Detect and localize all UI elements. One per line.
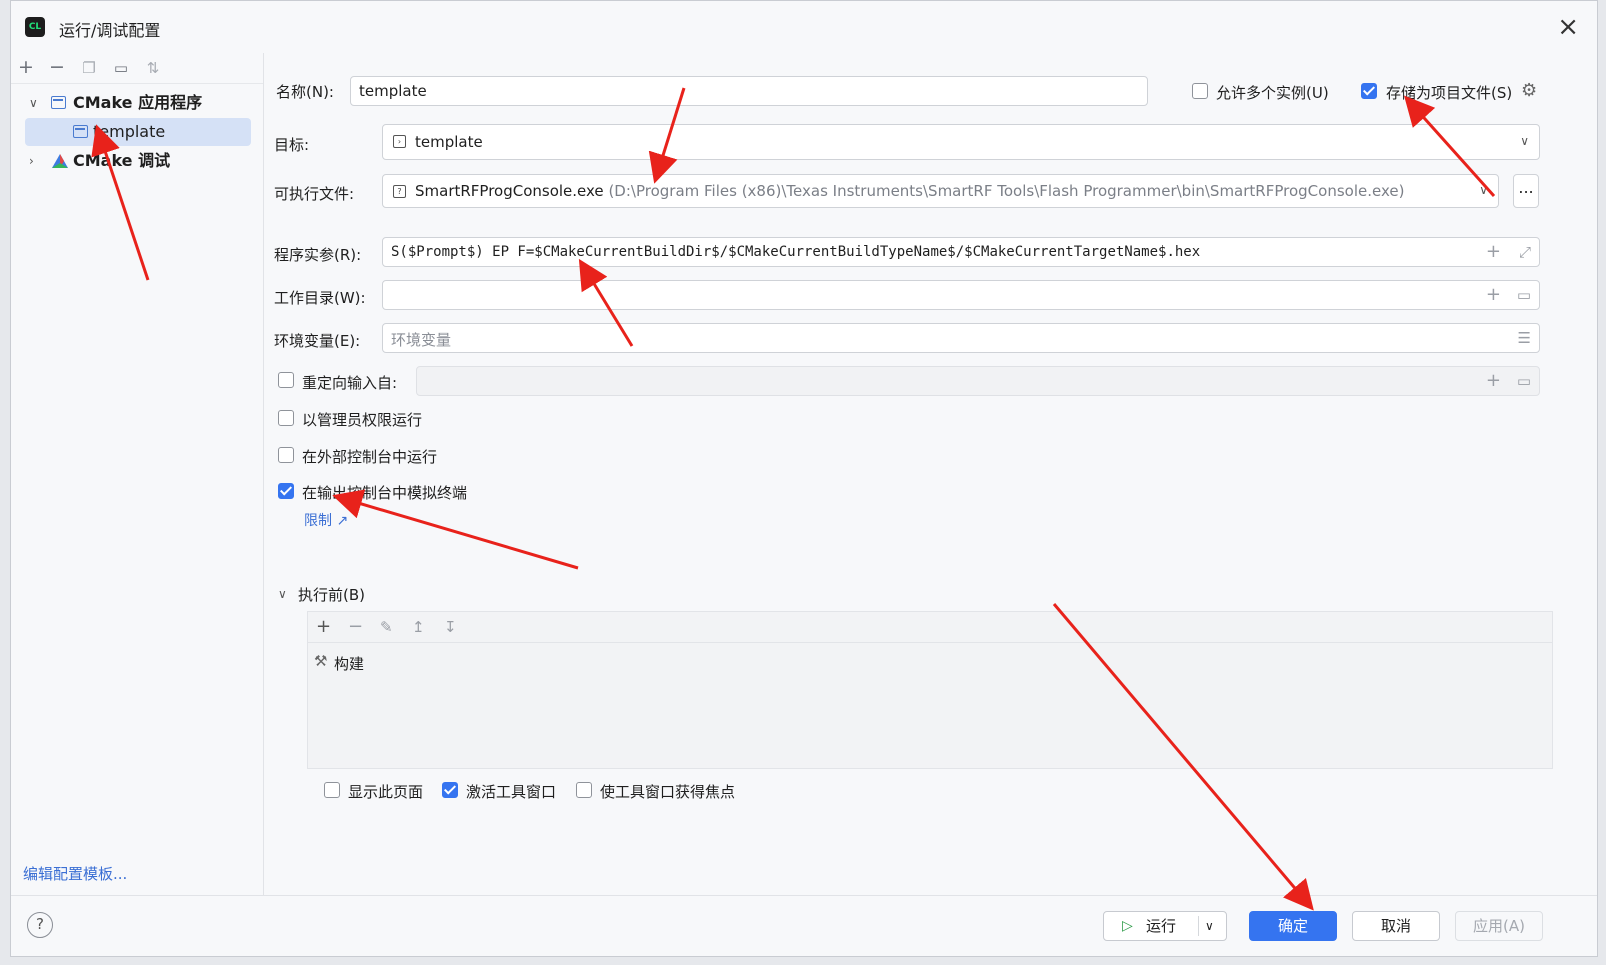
remove-icon[interactable]: − <box>348 616 363 637</box>
workdir-field[interactable]: + ▭ <box>382 280 1540 310</box>
env-field[interactable]: 环境变量 ☰ <box>382 323 1540 353</box>
target-value: template <box>415 133 483 151</box>
target-label: 目标: <box>274 136 310 154</box>
args-value: S($Prompt$) EP F=$CMakeCurrentBuildDir$/… <box>391 244 1201 260</box>
cmake-app-icon <box>51 96 66 109</box>
tree-item-label: CMake 应用程序 <box>73 93 203 112</box>
clion-app-icon: CL <box>25 17 45 37</box>
sidebar-toolbar: + − ❐ ▭ ⇅ <box>11 53 263 84</box>
redirect-label: 重定向输入自: <box>302 374 398 392</box>
show-page-checkbox[interactable] <box>324 782 340 798</box>
tree-item-label: template <box>93 122 166 141</box>
run-debug-config-dialog: CL 运行/调试配置 × + − ❐ ▭ ⇅ ∨ CMake 应用程序 temp… <box>10 0 1598 957</box>
before-launch-panel: + − ✎ ↥ ↧ ⚒ 构建 <box>307 611 1553 769</box>
edit-icon[interactable]: ✎ <box>380 618 393 636</box>
redirect-checkbox[interactable] <box>278 372 294 388</box>
focus-tool-checkbox[interactable] <box>576 782 592 798</box>
external-console-checkbox[interactable] <box>278 447 294 463</box>
args-field[interactable]: S($Prompt$) EP F=$CMakeCurrentBuildDir$/… <box>382 237 1540 267</box>
focus-tool-label: 使工具窗口获得焦点 <box>600 783 736 801</box>
chevron-down-icon[interactable]: ∨ <box>1205 912 1214 940</box>
list-item-label: 构建 <box>334 655 365 673</box>
limit-link[interactable]: 限制 ↗ <box>304 510 348 530</box>
activate-tool-label: 激活工具窗口 <box>466 783 557 801</box>
redirect-field[interactable]: + ▭ <box>416 366 1540 396</box>
show-page-label: 显示此页面 <box>348 783 424 801</box>
admin-label: 以管理员权限运行 <box>302 411 423 429</box>
copy-icon[interactable]: ❐ <box>78 59 100 77</box>
chevron-down-icon[interactable]: ∨ <box>278 587 287 601</box>
cancel-button[interactable]: 取消 <box>1352 911 1440 941</box>
cmake-debug-icon <box>52 154 68 168</box>
external-console-label: 在外部控制台中运行 <box>302 448 438 466</box>
workdir-label: 工作目录(W): <box>274 289 366 307</box>
edit-templates-link[interactable]: 编辑配置模板... <box>23 863 127 884</box>
play-icon: ▷ <box>1122 918 1133 934</box>
tree-item-label: CMake 调试 <box>73 151 171 170</box>
name-value: template <box>359 82 427 100</box>
chevron-down-icon: ∨ <box>1520 134 1529 148</box>
executable-text: SmartRFProgConsole.exe (D:\Program Files… <box>415 182 1405 200</box>
run-button-label: 运行 <box>1146 917 1177 935</box>
chevron-right-icon: › <box>29 154 34 168</box>
before-launch-toolbar: + − ✎ ↥ ↧ <box>308 612 1552 643</box>
folder-icon[interactable]: ▭ <box>1517 286 1531 304</box>
before-launch-label: 执行前(B) <box>298 586 365 604</box>
emulate-terminal-checkbox[interactable] <box>278 483 294 499</box>
tree-item-cmake-debug[interactable]: › CMake 调试 <box>25 147 251 175</box>
chevron-down-icon: ∨ <box>1479 183 1488 197</box>
tree-item-cmake-app[interactable]: ∨ CMake 应用程序 <box>25 89 251 117</box>
folder-icon[interactable]: ▭ <box>1517 372 1531 390</box>
add-icon[interactable]: + <box>1486 284 1501 305</box>
tree-item-template[interactable]: template <box>25 118 251 146</box>
add-icon[interactable]: + <box>316 616 331 637</box>
store-project-label: 存储为项目文件(S) <box>1386 84 1513 102</box>
expand-icon[interactable]: ⤢ <box>1519 243 1531 261</box>
name-field[interactable]: template <box>350 76 1148 106</box>
run-button[interactable]: ▷ 运行 ∨ <box>1103 911 1227 941</box>
name-label: 名称(N): <box>276 83 334 101</box>
env-placeholder: 环境变量 <box>391 331 452 349</box>
target-icon: › <box>393 135 406 148</box>
add-icon[interactable]: + <box>1486 370 1501 391</box>
emulate-terminal-label: 在输出控制台中模拟终端 <box>302 484 468 502</box>
config-sidebar: + − ❐ ▭ ⇅ ∨ CMake 应用程序 template › CMake … <box>11 53 264 896</box>
add-icon[interactable]: + <box>15 56 37 78</box>
gear-icon[interactable]: ⚙ <box>1521 80 1537 101</box>
admin-checkbox[interactable] <box>278 410 294 426</box>
executable-label: 可执行文件: <box>274 185 355 203</box>
activate-tool-checkbox[interactable] <box>442 782 458 798</box>
args-label: 程序实参(R): <box>274 246 362 264</box>
dialog-footer: ? ▷ 运行 ∨ 确定 取消 应用(A) <box>11 895 1597 956</box>
new-folder-icon[interactable]: ▭ <box>110 59 132 77</box>
ok-button[interactable]: 确定 <box>1249 911 1337 941</box>
sort-icon[interactable]: ⇅ <box>142 59 164 77</box>
hammer-icon: ⚒ <box>314 652 328 670</box>
move-down-icon[interactable]: ↧ <box>444 618 457 636</box>
list-icon[interactable]: ☰ <box>1518 329 1531 347</box>
allow-multiple-label: 允许多个实例(U) <box>1216 84 1329 102</box>
config-form: 名称(N): template 允许多个实例(U) 存储为项目文件(S) ⚙ 目… <box>264 53 1597 896</box>
cmake-app-icon <box>73 125 88 138</box>
remove-icon[interactable]: − <box>46 56 68 78</box>
add-icon[interactable]: + <box>1486 241 1501 262</box>
browse-executable-button[interactable]: ... <box>1513 174 1539 208</box>
help-icon[interactable]: ? <box>27 912 53 938</box>
window-title: 运行/调试配置 <box>59 21 161 40</box>
divider <box>1198 916 1199 936</box>
executable-icon: ? <box>393 185 406 198</box>
close-icon[interactable]: × <box>1557 12 1579 42</box>
chevron-down-icon: ∨ <box>29 96 38 110</box>
executable-select[interactable]: ? SmartRFProgConsole.exe (D:\Program Fil… <box>382 174 1499 208</box>
apply-button[interactable]: 应用(A) <box>1455 911 1543 941</box>
title-bar: CL 运行/调试配置 × <box>11 1 1597 53</box>
store-project-checkbox[interactable] <box>1361 83 1377 99</box>
move-up-icon[interactable]: ↥ <box>412 618 425 636</box>
allow-multiple-checkbox[interactable] <box>1192 83 1208 99</box>
target-select[interactable]: › template ∨ <box>382 124 1540 160</box>
env-label: 环境变量(E): <box>274 332 361 350</box>
